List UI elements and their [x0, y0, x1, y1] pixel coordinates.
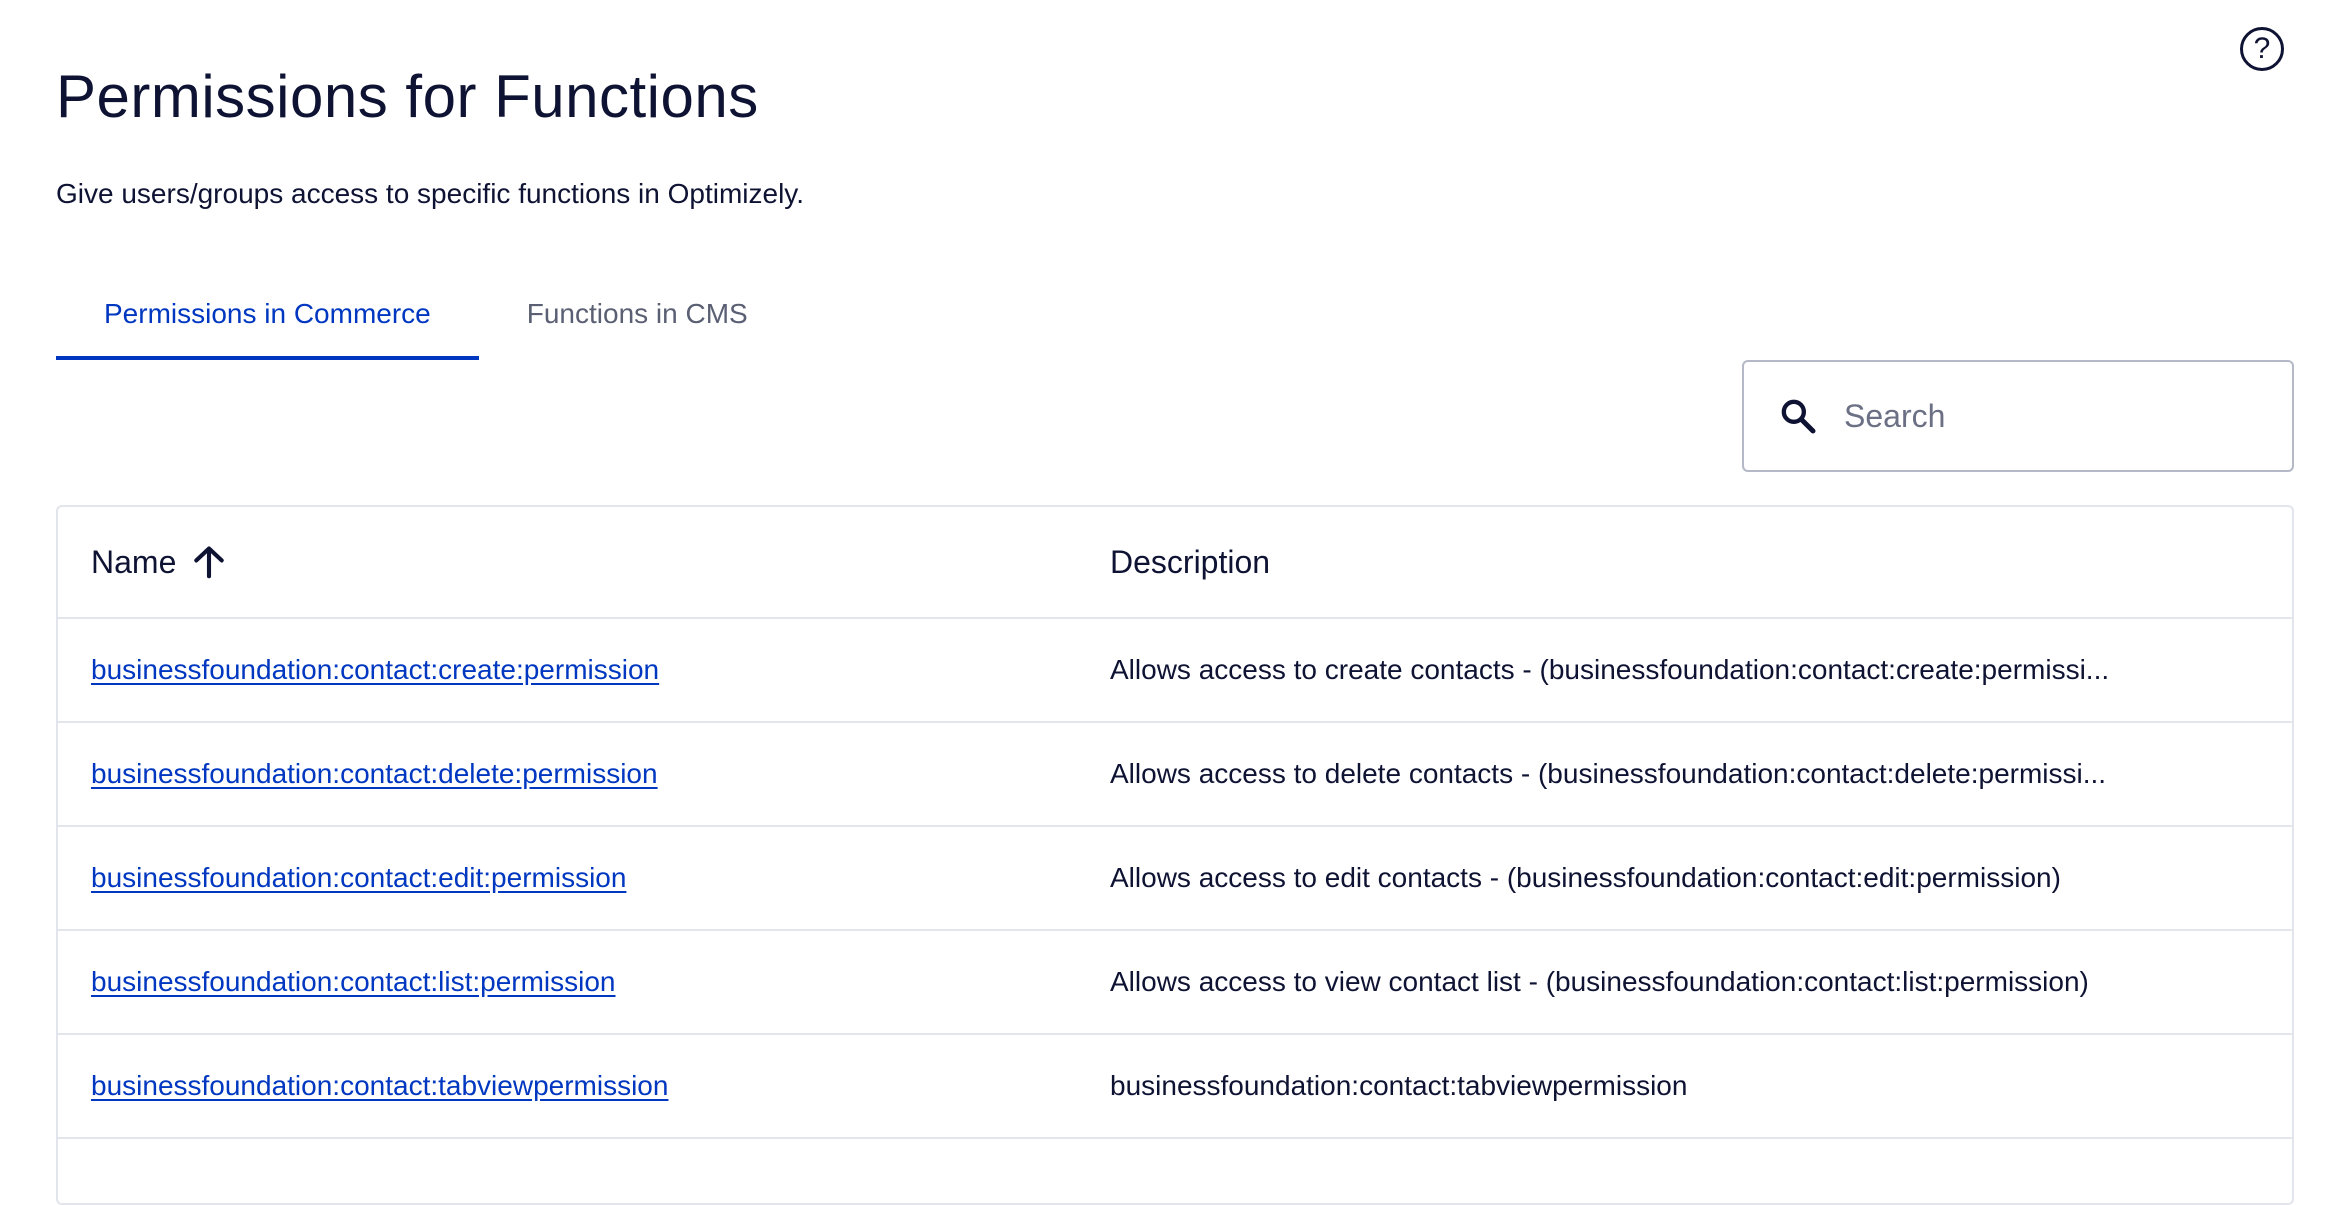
permission-name-link[interactable]: businessfoundation:contact:delete:permis…: [91, 756, 658, 792]
search-box[interactable]: [1742, 360, 2294, 472]
table-header: Name Description: [58, 507, 2292, 619]
page-title: Permissions for Functions: [56, 63, 759, 131]
permission-description: businessfoundation:contact:tabviewpermis…: [1110, 1070, 1688, 1101]
description-column-header: Description: [1110, 542, 2292, 582]
permission-name-link[interactable]: businessfoundation:contact:list:permissi…: [91, 964, 616, 1000]
permissions-table: Name Description businessfoundation:cont…: [56, 505, 2294, 1205]
table-row: businessfoundation:contact:tabviewpermis…: [58, 1035, 2292, 1139]
tab-functions-in-cms[interactable]: Functions in CMS: [479, 278, 796, 362]
question-circle-icon: ?: [2253, 32, 2271, 65]
permission-description: Allows access to view contact list - (bu…: [1110, 966, 2089, 997]
table-row: businessfoundation:contact:edit:permissi…: [58, 827, 2292, 931]
tab-bar: Permissions in Commerce Functions in CMS: [56, 278, 796, 362]
permission-description: Allows access to create contacts - (busi…: [1110, 654, 2110, 685]
help-button[interactable]: ?: [2240, 27, 2284, 71]
name-column-label: Name: [91, 544, 177, 580]
arrow-up-icon[interactable]: [190, 542, 228, 582]
page-description: Give users/groups access to specific fun…: [56, 178, 805, 209]
permission-name-link[interactable]: businessfoundation:contact:tabviewpermis…: [91, 1068, 668, 1104]
name-column-header[interactable]: Name: [58, 542, 1110, 582]
permission-name-link[interactable]: businessfoundation:contact:edit:permissi…: [91, 860, 626, 896]
permission-description: Allows access to edit contacts - (busine…: [1110, 862, 2061, 893]
permission-name-link[interactable]: businessfoundation:contact:create:permis…: [91, 652, 659, 688]
table-row: businessfoundation:contact:delete:permis…: [58, 723, 2292, 827]
table-row: businessfoundation:contact:list:permissi…: [58, 931, 2292, 1035]
table-row: businessfoundation:contact:create:permis…: [58, 619, 2292, 723]
search-input[interactable]: [1842, 396, 2266, 436]
search-icon: [1781, 399, 1816, 434]
permission-description: Allows access to delete contacts - (busi…: [1110, 758, 2107, 789]
tab-permissions-in-commerce[interactable]: Permissions in Commerce: [56, 278, 479, 360]
description-column-label: Description: [1110, 544, 1271, 580]
